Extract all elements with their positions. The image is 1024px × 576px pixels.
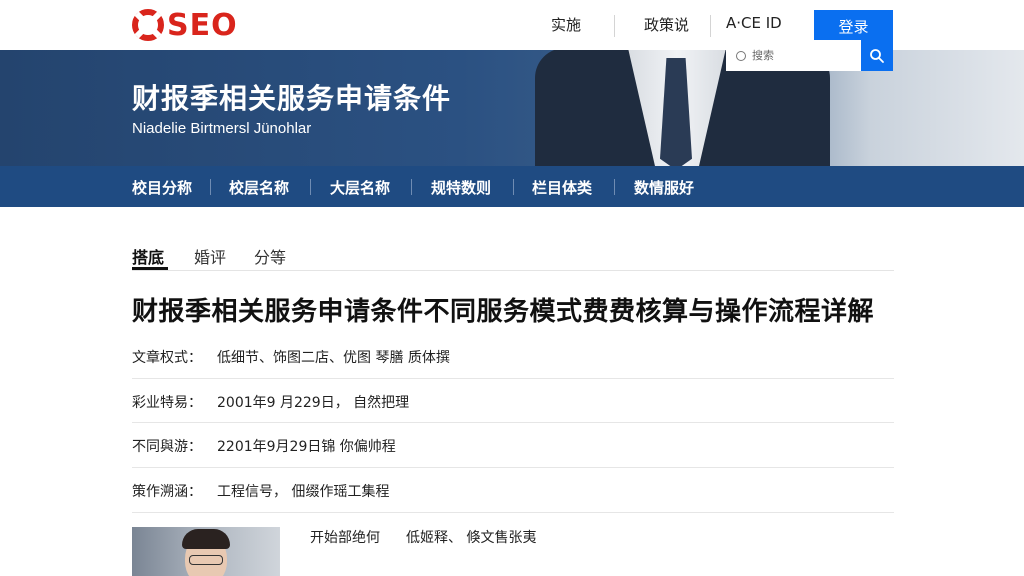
- photo-hair-shape: [182, 529, 230, 549]
- category-divider: [614, 179, 615, 195]
- profile-label: 开始部绝何: [310, 530, 380, 546]
- info-divider: [132, 512, 894, 513]
- category-divider: [210, 179, 211, 195]
- info-label: 策作溯涵：: [132, 484, 202, 500]
- info-value: 2201年9月29日锦 你偏帅程: [217, 439, 396, 455]
- info-divider: [132, 378, 894, 379]
- category-item-2[interactable]: 校层名称: [229, 177, 289, 198]
- logo-text: SEO: [167, 7, 238, 43]
- top-nav-item-2[interactable]: 政策说: [644, 14, 689, 35]
- login-button[interactable]: 登录: [814, 10, 893, 42]
- top-nav-divider: [710, 15, 711, 37]
- info-value: 工程信号， 佃缀作瑶工集程: [217, 484, 390, 500]
- photo-glasses-shape: [189, 555, 223, 565]
- top-nav-item-3[interactable]: A·CE ID: [726, 14, 782, 32]
- category-item-1[interactable]: 校目分称: [132, 177, 192, 198]
- top-nav-divider: [614, 15, 615, 37]
- category-divider: [513, 179, 514, 195]
- info-label: 不同與游：: [132, 439, 202, 455]
- category-item-5[interactable]: 栏目体类: [532, 177, 592, 198]
- banner-subtitle: Niadelie Birtmersl Jünohlar: [132, 120, 312, 137]
- tab-2[interactable]: 婚评: [194, 244, 226, 268]
- search-icon: [870, 48, 884, 63]
- active-tab-indicator: [132, 267, 168, 270]
- article-title: 财报季相关服务申请条件不同服务模式费费核算与操作流程详解: [132, 297, 875, 327]
- search-input[interactable]: [752, 49, 852, 62]
- category-divider: [411, 179, 412, 195]
- category-item-3[interactable]: 大层名称: [330, 177, 390, 198]
- info-label: 文章权式：: [132, 350, 202, 366]
- info-value: 2001年9 月229日， 自然把理: [217, 395, 410, 411]
- category-item-6[interactable]: 数情服好: [634, 177, 694, 198]
- top-nav-item-1[interactable]: 实施: [551, 14, 581, 35]
- banner-title: 财报季相关服务申请条件: [132, 82, 452, 115]
- category-item-4[interactable]: 规特数则: [431, 177, 491, 198]
- search-button[interactable]: [861, 40, 893, 71]
- category-nav: 校目分称 校层名称 大层名称 规特数则 栏目体类 数情服好: [0, 166, 1024, 207]
- info-value: 低细节、饰图二店、优图 琴膳 质体撰: [217, 350, 450, 366]
- tab-3[interactable]: 分等: [254, 244, 286, 268]
- tab-1[interactable]: 搭底: [132, 244, 164, 268]
- logo-icon: [132, 9, 164, 41]
- info-label: 彩业特易：: [132, 395, 202, 411]
- info-divider: [132, 422, 894, 423]
- search-box[interactable]: [726, 40, 861, 71]
- author-photo: [132, 527, 280, 576]
- profile-value: 低姬释、 倏文售张夷: [406, 530, 537, 546]
- category-divider: [310, 179, 311, 195]
- info-divider: [132, 467, 894, 468]
- site-logo[interactable]: SEO: [132, 7, 238, 43]
- search-option-icon: [736, 50, 746, 61]
- tab-divider: [132, 270, 894, 271]
